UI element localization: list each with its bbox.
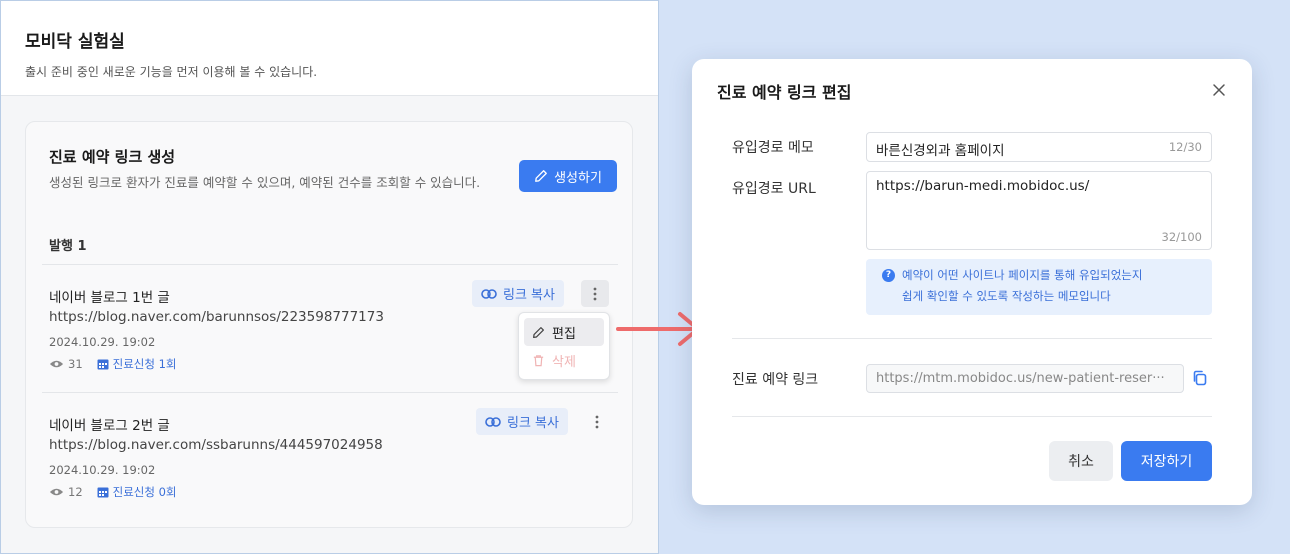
issued-count: 발행 1 [49,239,87,254]
pencil-icon [533,326,544,338]
divider [732,338,1212,339]
edit-link-modal: 진료 예약 링크 편집 유입경로 메모 바른신경외과 홈페이지 12/30 유입… [692,59,1252,505]
delete-menu-item[interactable]: 삭제 [524,346,604,374]
more-options-button[interactable] [581,280,609,307]
hint-line: 쉽게 확인할 수 있도록 작성하는 메모입니다 [902,289,1111,303]
options-dropdown: 편집 삭제 [518,312,610,380]
memo-count: 12/30 [1168,140,1202,154]
save-button[interactable]: 저장하기 [1121,441,1212,481]
more-options-button[interactable] [583,408,611,435]
create-link-button[interactable]: 생성하기 [519,160,617,192]
copy-icon[interactable] [1191,369,1209,387]
calendar-icon [97,487,109,498]
lab-panel: 모비닥 실험실 출시 준비 중인 새로운 기능을 먼저 이용해 볼 수 있습니다… [0,0,659,554]
memo-field[interactable]: 바른신경외과 홈페이지 12/30 [866,132,1212,162]
link-name: 네이버 블로그 2번 글 [49,418,170,434]
link-icon [481,288,497,299]
request-label: 진료신청 1회 [112,357,177,371]
copy-link-label: 링크 복사 [503,288,555,303]
request-label: 진료신청 0회 [112,485,177,499]
reservation-link-field: https://mtm.mobidoc.us/new-patient-reser… [866,364,1184,393]
memo-label: 유입경로 메모 [732,140,814,156]
request-count[interactable]: 진료신청 1회 [97,356,177,372]
divider [732,416,1212,417]
close-icon[interactable] [1211,82,1227,98]
page-subtitle: 출시 준비 중인 새로운 기능을 먼저 이용해 볼 수 있습니다. [25,65,318,79]
more-vertical-icon [593,287,597,300]
more-vertical-icon [595,415,599,428]
link-stats: 31 진료신청 1회 [49,356,177,372]
hint-line: 예약이 어떤 사이트나 페이지를 통해 유입되었는지 [902,268,1143,282]
link-icon [485,416,501,427]
divider [42,392,618,393]
create-link-label: 생성하기 [554,170,602,186]
edit-menu-item[interactable]: 편집 [524,318,604,346]
divider [42,264,618,265]
link-url: https://blog.naver.com/barunnsos/2235987… [49,309,384,325]
edit-label: 편집 [552,326,576,342]
arrow-right-icon [616,312,700,346]
request-count[interactable]: 진료신청 0회 [97,484,177,500]
help-icon: ? [882,269,895,282]
url-label: 유입경로 URL [732,181,816,197]
copy-link-button[interactable]: 링크 복사 [472,280,564,307]
link-stats: 12 진료신청 0회 [49,484,177,500]
link-name: 네이버 블로그 1번 글 [49,290,170,306]
delete-label: 삭제 [552,354,576,370]
eye-icon [49,488,64,496]
link-create-card: 진료 예약 링크 생성 생성된 링크로 환자가 진료를 예약할 수 있으며, 예… [25,121,633,528]
cancel-button[interactable]: 취소 [1049,441,1113,481]
view-count: 12 [68,485,83,499]
link-date: 2024.10.29. 19:02 [49,463,156,477]
calendar-icon [97,359,109,370]
modal-title: 진료 예약 링크 편집 [717,83,852,102]
lab-header: 모비닥 실험실 출시 준비 중인 새로운 기능을 먼저 이용해 볼 수 있습니다… [1,1,658,96]
url-value: https://barun-medi.mobidoc.us/ [876,178,1090,194]
view-count: 31 [68,357,83,371]
link-date: 2024.10.29. 19:02 [49,335,156,349]
url-field[interactable]: https://barun-medi.mobidoc.us/ 32/100 [866,171,1212,250]
trash-icon [533,354,544,366]
page-title: 모비닥 실험실 [25,32,125,52]
card-title: 진료 예약 링크 생성 [49,148,176,166]
url-count: 32/100 [1161,230,1202,244]
memo-hint: ? 예약이 어떤 사이트나 페이지를 통해 유입되었는지 쉽게 확인할 수 있도… [866,259,1212,315]
copy-link-button[interactable]: 링크 복사 [476,408,568,435]
link-url: https://blog.naver.com/ssbarunns/4445970… [49,437,383,453]
card-description: 생성된 링크로 환자가 진료를 예약할 수 있으며, 예약된 건수를 조회할 수… [49,175,481,190]
memo-value: 바른신경외과 홈페이지 [876,143,1005,159]
eye-icon [49,360,64,368]
reservation-link-label: 진료 예약 링크 [732,372,819,388]
copy-link-label: 링크 복사 [507,416,559,431]
pencil-icon [535,170,547,182]
